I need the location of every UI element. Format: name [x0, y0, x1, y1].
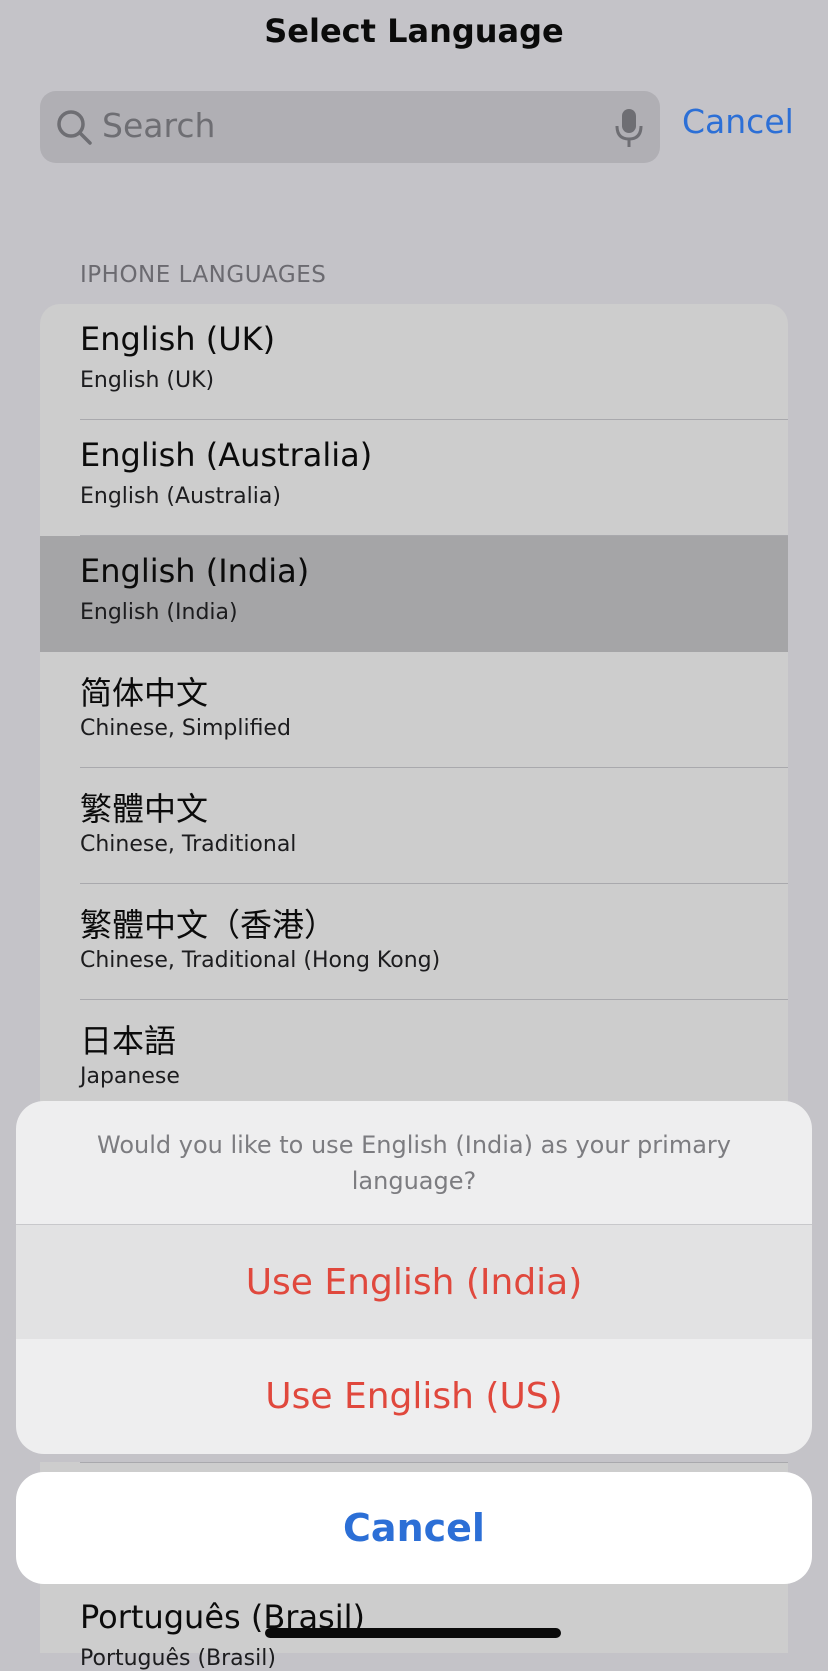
search-cancel-button[interactable]: Cancel	[682, 102, 794, 141]
use-english-india-button[interactable]: Use English (India)	[16, 1225, 812, 1339]
language-row-japanese[interactable]: 日本語 Japanese	[40, 1000, 788, 1116]
page-title: Select Language	[264, 12, 564, 50]
search-placeholder: Search	[102, 106, 216, 145]
language-row-chinese-traditional[interactable]: 繁體中文 Chinese, Traditional	[40, 768, 788, 884]
language-title: English (India)	[80, 552, 310, 590]
language-title: 简体中文	[80, 674, 209, 712]
language-subtitle: Chinese, Traditional (Hong Kong)	[80, 948, 441, 973]
language-title: English (UK)	[80, 320, 276, 358]
search-icon	[57, 110, 92, 145]
language-subtitle: English (India)	[80, 600, 238, 625]
action-sheet-message: Would you like to use English (India) as…	[16, 1101, 812, 1225]
language-row-english-uk[interactable]: English (UK) English (UK)	[40, 304, 788, 420]
search-input[interactable]: Search	[40, 91, 660, 163]
language-row-chinese-hong-kong[interactable]: 繁體中文（香港） Chinese, Traditional (Hong Kong…	[40, 884, 788, 1000]
language-list: English (UK) English (UK) English (Austr…	[40, 304, 788, 1116]
row-divider	[80, 1462, 788, 1463]
language-subtitle: English (UK)	[80, 368, 215, 393]
microphone-icon[interactable]	[614, 107, 644, 149]
language-selection-screen: Select Language Search Cancel IPHONE LAN…	[0, 0, 828, 1671]
action-sheet: Would you like to use English (India) as…	[16, 1101, 812, 1454]
language-subtitle: Chinese, Simplified	[80, 716, 291, 741]
language-title: 日本語	[80, 1022, 177, 1060]
use-english-us-button[interactable]: Use English (US)	[16, 1339, 812, 1453]
language-title: English (Australia)	[80, 436, 373, 474]
language-title: 繁體中文（香港）	[80, 906, 337, 944]
language-subtitle: Japanese	[80, 1064, 180, 1089]
language-row-english-india[interactable]: English (India) English (India)	[40, 536, 788, 652]
action-sheet-cancel-button[interactable]: Cancel	[16, 1472, 812, 1584]
language-subtitle: Chinese, Traditional	[80, 832, 297, 857]
language-row-chinese-simplified[interactable]: 简体中文 Chinese, Simplified	[40, 652, 788, 768]
language-row-english-australia[interactable]: English (Australia) English (Australia)	[40, 420, 788, 536]
language-subtitle: English (Australia)	[80, 484, 281, 509]
home-indicator[interactable]	[265, 1628, 561, 1638]
section-header: IPHONE LANGUAGES	[80, 262, 327, 288]
language-subtitle: Português (Brasil)	[80, 1646, 276, 1671]
language-title: 繁體中文	[80, 790, 209, 828]
